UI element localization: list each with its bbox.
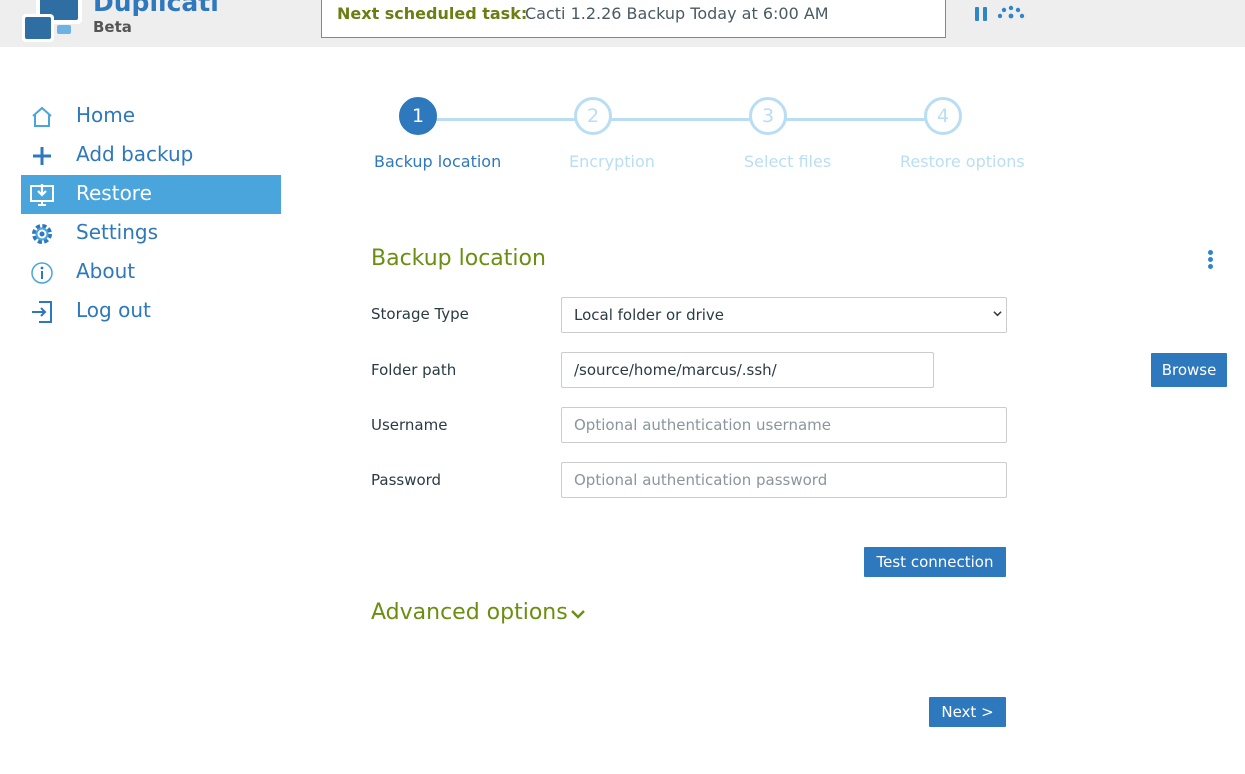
sidebar-item-label: Settings — [76, 220, 159, 244]
logout-icon — [32, 301, 52, 323]
brand-name: Duplicati — [93, 0, 219, 17]
username-label: Username — [371, 416, 448, 434]
folder-path-label: Folder path — [371, 361, 457, 379]
step-label: Encryption — [569, 152, 655, 171]
restore-wizard-stepper: 1 Backup location 2 Encryption 3 Select … — [370, 97, 1050, 177]
scheduled-task-label: Next scheduled task: — [337, 4, 528, 23]
chevron-down-icon[interactable] — [570, 607, 586, 621]
advanced-options-toggle[interactable]: Advanced options — [371, 600, 568, 625]
scheduled-task-banner: Next scheduled task: Cacti 1.2.26 Backup… — [321, 0, 946, 38]
folder-path-input[interactable] — [561, 352, 934, 388]
test-connection-button[interactable]: Test connection — [864, 547, 1006, 577]
sidebar-item-restore[interactable]: Restore — [21, 175, 281, 214]
browse-button[interactable]: Browse — [1151, 353, 1227, 387]
throttle-icon[interactable] — [996, 5, 1026, 19]
duplicati-logo — [22, 0, 82, 42]
top-header: Duplicati Beta Next scheduled task: Cact… — [0, 0, 1245, 47]
next-button[interactable]: Next > — [929, 697, 1006, 727]
storage-type-label: Storage Type — [371, 305, 469, 323]
sidebar-item-label: About — [76, 259, 136, 283]
sidebar-item-label: Home — [76, 103, 136, 127]
step-number: 1 — [399, 97, 437, 135]
step-number: 4 — [924, 97, 962, 135]
gear-icon — [32, 224, 52, 244]
step-number: 3 — [749, 97, 787, 135]
sidebar-item-settings[interactable]: Settings — [21, 214, 281, 253]
step-number: 2 — [574, 97, 612, 135]
sidebar-item-add-backup[interactable]: Add backup — [21, 136, 281, 175]
chevron-down-icon — [993, 311, 1002, 317]
kebab-menu-icon[interactable] — [1208, 250, 1216, 272]
step-label: Select files — [744, 152, 832, 171]
sidebar-item-label: Log out — [76, 298, 151, 322]
password-input[interactable] — [561, 462, 1007, 498]
restore-icon — [30, 184, 54, 206]
sidebar-item-label: Add backup — [76, 142, 194, 166]
pause-icon[interactable] — [975, 7, 989, 21]
sidebar-item-home[interactable]: Home — [21, 97, 281, 136]
brand-subtitle: Beta — [93, 18, 132, 36]
scheduled-task-value: Cacti 1.2.26 Backup Today at 6:00 AM — [525, 4, 829, 23]
plus-icon — [33, 147, 51, 165]
storage-type-value: Local folder or drive — [574, 306, 725, 324]
sidebar-item-about[interactable]: About — [21, 253, 281, 292]
step-label: Restore options — [900, 152, 1025, 171]
home-icon — [32, 106, 52, 127]
sidebar-nav: Home Add backup Restore Settings About L… — [21, 97, 281, 331]
password-label: Password — [371, 471, 442, 489]
section-title: Backup location — [371, 246, 546, 271]
sidebar-item-label: Restore — [76, 181, 152, 205]
sidebar-item-logout[interactable]: Log out — [21, 292, 281, 331]
username-input[interactable] — [561, 407, 1007, 443]
step-label: Backup location — [374, 152, 502, 171]
info-icon — [31, 262, 53, 284]
stepper-line — [418, 118, 943, 121]
storage-type-select[interactable]: Local folder or drive — [561, 297, 1007, 333]
